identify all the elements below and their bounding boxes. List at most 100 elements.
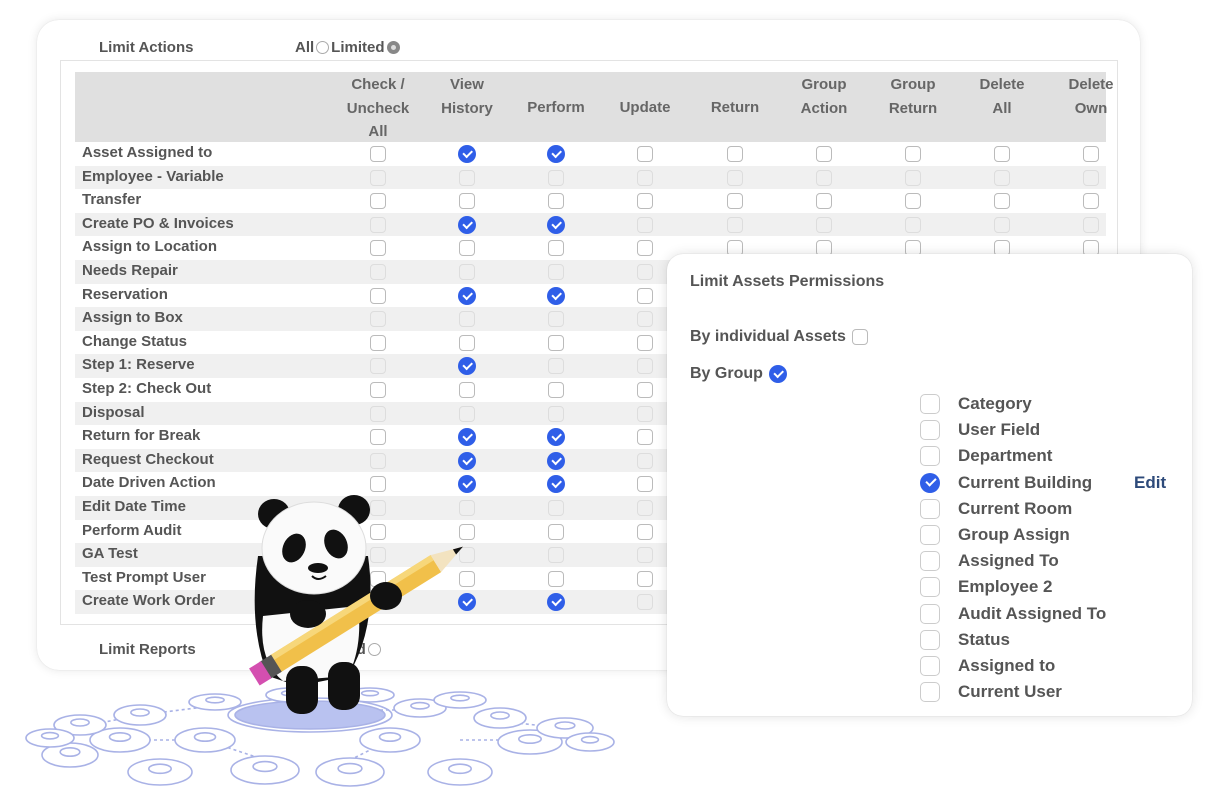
checkbox[interactable] <box>1083 193 1099 210</box>
checkbox[interactable] <box>370 287 386 304</box>
checkbox[interactable] <box>370 382 386 398</box>
group-field-checkbox[interactable] <box>920 682 940 703</box>
checkbox[interactable] <box>459 311 475 328</box>
group-field-checkbox[interactable] <box>920 551 940 572</box>
checkbox[interactable] <box>370 452 386 469</box>
checkbox[interactable] <box>548 240 564 257</box>
checkbox-checked[interactable] <box>547 451 565 470</box>
checkbox[interactable] <box>637 570 653 587</box>
checkbox[interactable] <box>905 146 921 162</box>
checkbox[interactable] <box>637 382 653 398</box>
checkbox[interactable] <box>459 193 475 210</box>
checkbox[interactable] <box>548 334 564 351</box>
checkbox[interactable] <box>816 193 832 210</box>
checkbox[interactable] <box>905 169 921 186</box>
checkbox[interactable] <box>459 169 475 186</box>
checkbox-checked[interactable] <box>547 428 565 447</box>
checkbox[interactable] <box>548 405 564 422</box>
checkbox[interactable] <box>816 146 832 162</box>
checkbox-checked[interactable] <box>547 286 565 305</box>
checkbox[interactable] <box>548 547 564 564</box>
checkbox[interactable] <box>459 334 475 351</box>
checkbox[interactable] <box>548 382 564 398</box>
edit-link[interactable]: Edit <box>1134 473 1166 493</box>
checkbox[interactable] <box>1083 169 1099 186</box>
checkbox[interactable] <box>370 193 386 210</box>
checkbox[interactable] <box>548 570 564 587</box>
checkbox[interactable] <box>459 240 475 257</box>
checkbox-checked[interactable] <box>458 215 476 234</box>
checkbox-checked[interactable] <box>547 145 565 163</box>
group-field-checkbox[interactable] <box>920 525 940 546</box>
checkbox[interactable] <box>637 547 653 564</box>
group-field-checkbox[interactable] <box>920 577 940 598</box>
group-field-checkbox[interactable] <box>920 446 940 467</box>
group-field-checkbox[interactable] <box>920 655 940 676</box>
checkbox[interactable] <box>637 358 653 375</box>
checkbox-checked[interactable] <box>547 475 565 494</box>
radio-limited[interactable] <box>386 41 400 54</box>
checkbox[interactable] <box>727 169 743 186</box>
checkbox[interactable] <box>548 523 564 540</box>
checkbox[interactable] <box>548 193 564 210</box>
checkbox[interactable] <box>459 405 475 422</box>
checkbox[interactable] <box>548 169 564 186</box>
checkbox[interactable] <box>994 146 1010 162</box>
by-group-checkbox[interactable] <box>768 365 787 383</box>
checkbox[interactable] <box>1083 216 1099 233</box>
group-field-checkbox[interactable] <box>920 629 940 650</box>
checkbox[interactable] <box>548 500 564 516</box>
checkbox[interactable] <box>637 594 653 611</box>
checkbox[interactable] <box>459 264 475 280</box>
checkbox[interactable] <box>548 358 564 375</box>
group-field-checkbox[interactable] <box>920 472 940 493</box>
checkbox[interactable] <box>727 216 743 233</box>
checkbox[interactable] <box>370 429 386 446</box>
checkbox-checked[interactable] <box>458 451 476 470</box>
checkbox[interactable] <box>637 216 653 233</box>
checkbox[interactable] <box>637 193 653 210</box>
checkbox[interactable] <box>905 216 921 233</box>
checkbox[interactable] <box>370 146 386 162</box>
checkbox[interactable] <box>637 452 653 469</box>
checkbox[interactable] <box>1083 146 1099 162</box>
checkbox[interactable] <box>370 169 386 186</box>
checkbox[interactable] <box>370 311 386 328</box>
checkbox[interactable] <box>637 240 653 257</box>
radio-all[interactable] <box>316 41 330 54</box>
checkbox-checked[interactable] <box>547 215 565 234</box>
checkbox[interactable] <box>727 193 743 210</box>
checkbox[interactable] <box>370 358 386 375</box>
checkbox-checked[interactable] <box>458 145 476 163</box>
checkbox-checked[interactable] <box>547 593 565 612</box>
checkbox[interactable] <box>459 382 475 398</box>
checkbox[interactable] <box>637 287 653 304</box>
checkbox[interactable] <box>637 500 653 516</box>
checkbox[interactable] <box>637 146 653 162</box>
by-individual-assets-checkbox[interactable] <box>851 329 868 345</box>
checkbox[interactable] <box>994 169 1010 186</box>
group-field-checkbox[interactable] <box>920 603 940 624</box>
checkbox[interactable] <box>370 334 386 351</box>
checkbox[interactable] <box>637 429 653 446</box>
checkbox[interactable] <box>548 311 564 328</box>
checkbox[interactable] <box>637 405 653 422</box>
checkbox[interactable] <box>637 311 653 328</box>
checkbox[interactable] <box>816 169 832 186</box>
checkbox[interactable] <box>816 216 832 233</box>
checkbox[interactable] <box>370 405 386 422</box>
group-field-checkbox[interactable] <box>920 420 940 441</box>
checkbox[interactable] <box>637 523 653 540</box>
checkbox[interactable] <box>548 264 564 280</box>
checkbox-checked[interactable] <box>458 286 476 305</box>
checkbox[interactable] <box>637 264 653 280</box>
checkbox[interactable] <box>994 216 1010 233</box>
checkbox-checked[interactable] <box>458 428 476 447</box>
checkbox[interactable] <box>637 169 653 186</box>
group-field-checkbox[interactable] <box>920 498 940 519</box>
checkbox-checked[interactable] <box>458 357 476 376</box>
checkbox[interactable] <box>637 476 653 493</box>
checkbox[interactable] <box>905 193 921 210</box>
checkbox[interactable] <box>994 193 1010 210</box>
group-field-checkbox[interactable] <box>920 394 940 415</box>
